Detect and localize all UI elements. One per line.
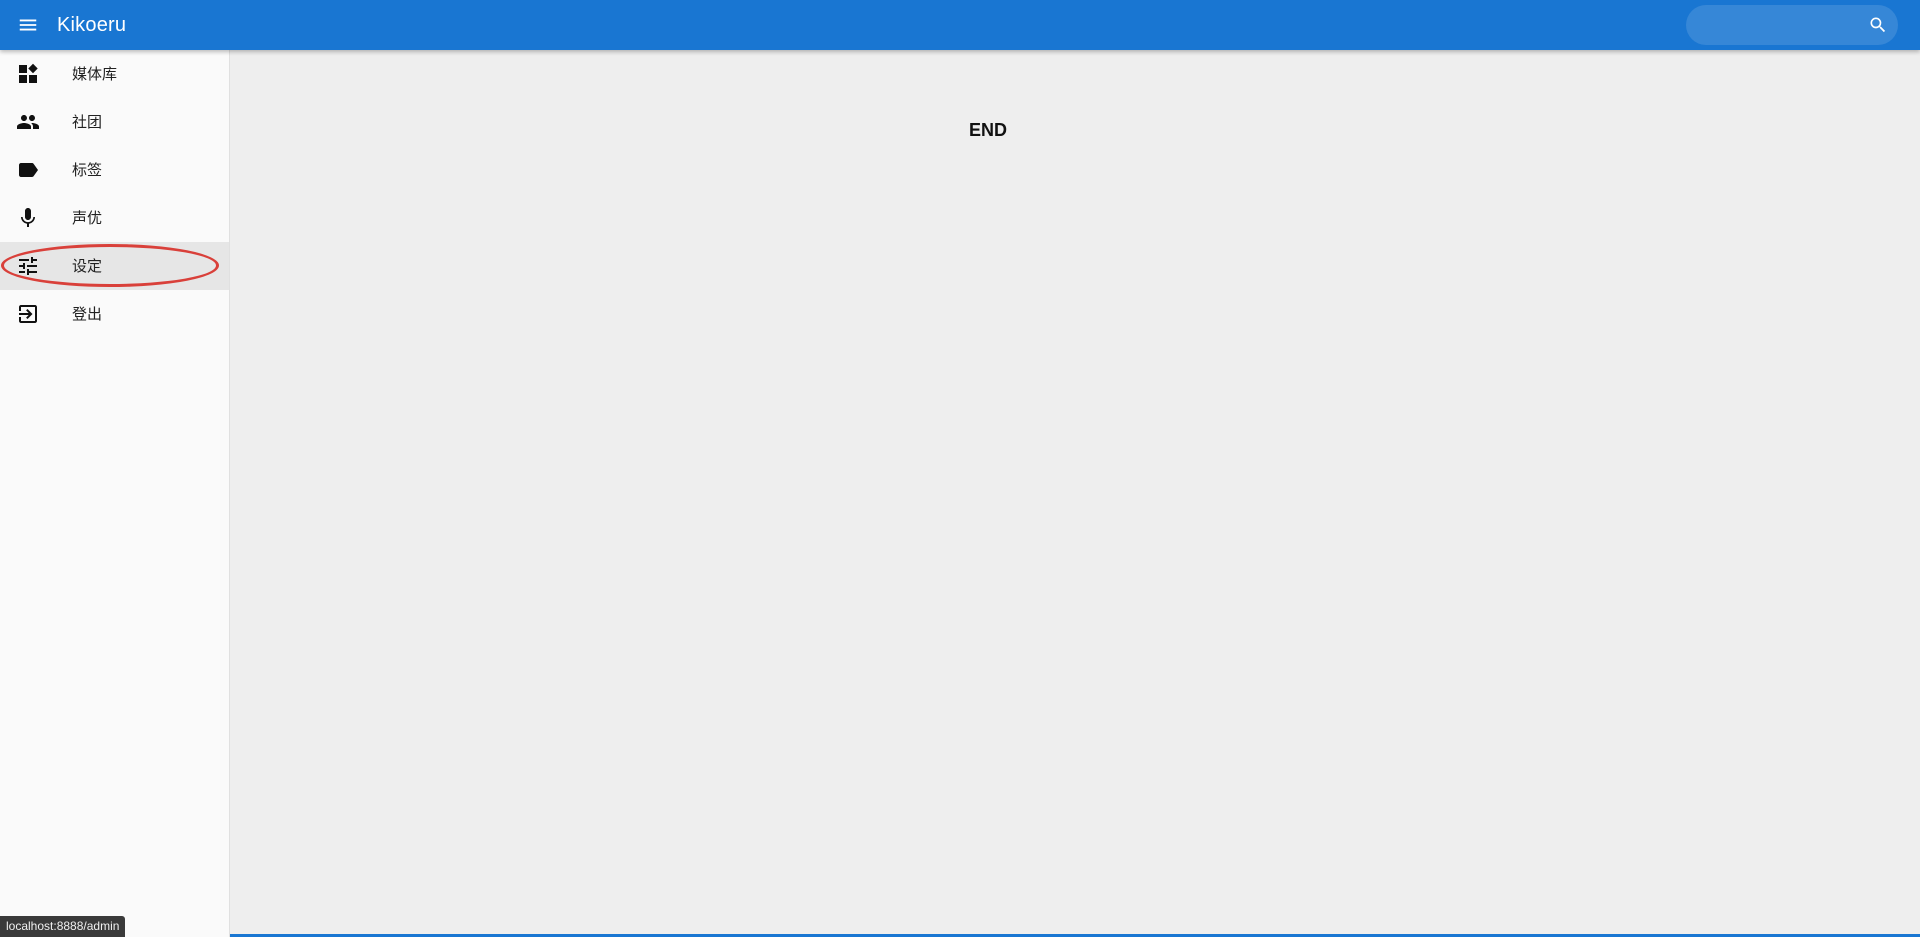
search-icon[interactable] xyxy=(1868,15,1888,35)
status-url-tooltip: localhost:8888/admin xyxy=(0,916,126,937)
label-icon xyxy=(19,163,38,177)
sidebar-item-label: 登出 xyxy=(72,305,103,323)
sidebar-item-media-library[interactable]: 媒体库 xyxy=(0,50,229,98)
sidebar-item-label: 设定 xyxy=(72,257,103,275)
dashboard-icon xyxy=(19,63,38,83)
people-icon xyxy=(17,115,39,129)
sidebar-item-label: 媒体库 xyxy=(72,65,118,83)
sidebar-item-label: 标签 xyxy=(72,161,103,179)
menu-icon xyxy=(19,19,37,31)
sidebar-item-settings[interactable]: 设定 xyxy=(0,242,229,290)
sidebar-item-voice-actors[interactable]: 声优 xyxy=(0,194,229,242)
app-bar: Kikoeru xyxy=(0,0,1920,50)
menu-button[interactable] xyxy=(10,7,46,43)
end-of-list-text: END xyxy=(968,120,1007,140)
app-title[interactable]: Kikoeru xyxy=(57,12,126,38)
search-box[interactable] xyxy=(1686,5,1898,45)
microphone-icon xyxy=(21,208,35,227)
sidebar-item-logout[interactable]: 登出 xyxy=(0,290,229,338)
sidebar: 媒体库 社团 标签 声优 设定 登出 xyxy=(0,50,230,937)
sidebar-item-label: 声优 xyxy=(72,209,103,227)
main-content: END xyxy=(230,50,1920,937)
sidebar-item-circles[interactable]: 社团 xyxy=(0,98,229,146)
sidebar-item-tags[interactable]: 标签 xyxy=(0,146,229,194)
tune-icon xyxy=(19,257,37,275)
sidebar-item-label: 社团 xyxy=(72,113,103,131)
logout-icon xyxy=(19,305,37,323)
search-input[interactable] xyxy=(1698,10,1858,40)
